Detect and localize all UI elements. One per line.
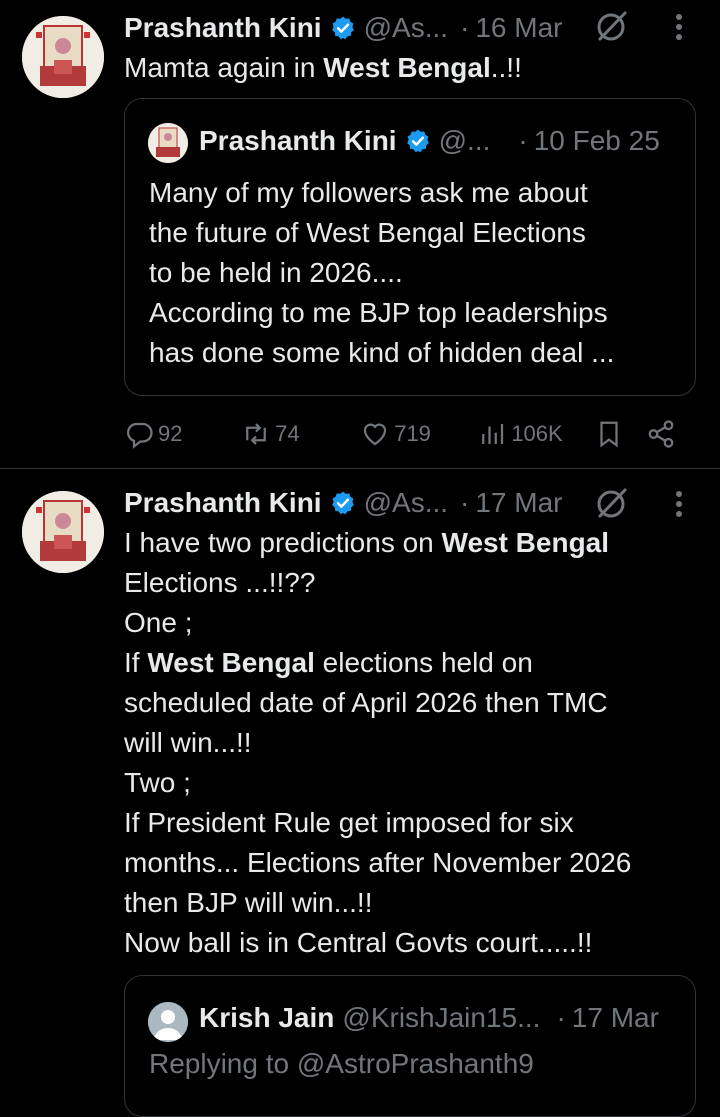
tweet-text-part: ..!! xyxy=(490,52,522,83)
tweet-header: Prashanth Kini @As... · 17 Mar xyxy=(124,483,563,523)
author-avatar[interactable] xyxy=(22,491,104,573)
author-name[interactable]: Prashanth Kini xyxy=(124,487,322,519)
tweet-line: I have two predictions on West Bengal xyxy=(124,523,631,563)
verified-badge-icon xyxy=(331,16,354,40)
quote-date: 10 Feb 25 xyxy=(533,125,660,156)
tweet-date[interactable]: 16 Mar xyxy=(475,12,562,44)
tweet-1[interactable]: Prashanth Kini @As... · 16 Mar Mamta aga… xyxy=(0,0,720,468)
like-count: 719 xyxy=(394,421,431,446)
quote-header: Krish Jain @KrishJain15... · 17 Mar xyxy=(199,998,659,1038)
bookmark-button[interactable] xyxy=(594,419,646,449)
separator-dot: · xyxy=(556,1002,566,1033)
author-name[interactable]: Prashanth Kini xyxy=(124,12,322,44)
quote-author-name: Prashanth Kini xyxy=(199,125,397,156)
tweet-text-bold: West Bengal xyxy=(147,647,315,678)
tweet-header: Prashanth Kini @As... · 16 Mar xyxy=(124,8,563,48)
tweet-line: If West Bengal elections held on xyxy=(124,643,631,683)
tweet-date[interactable]: 17 Mar xyxy=(475,487,562,519)
quoted-tweet[interactable]: Prashanth Kini @... · 10 Feb 25 Many of … xyxy=(124,98,696,396)
avatar-portrait-icon xyxy=(22,16,104,98)
share-button[interactable] xyxy=(646,419,676,449)
quote-author-handle: @... xyxy=(438,125,491,156)
repost-icon xyxy=(246,423,266,445)
replying-to: Replying to @AstroPrashanth9 xyxy=(149,1048,534,1079)
like-button[interactable]: 719 xyxy=(360,419,477,449)
tweet-line: Elections ...!!?? xyxy=(124,567,316,598)
tweet-text-part: I have two predictions on xyxy=(124,527,442,558)
views-icon xyxy=(482,424,504,444)
avatar-portrait-icon xyxy=(148,123,188,163)
grok-icon[interactable] xyxy=(594,8,630,44)
more-icon[interactable] xyxy=(672,489,686,519)
quote-header: Prashanth Kini @... · 10 Feb 25 xyxy=(199,121,660,161)
tweet-line: If President Rule get imposed for six xyxy=(124,807,574,838)
quote-author-avatar xyxy=(148,1002,188,1042)
like-icon xyxy=(364,423,387,446)
grok-icon[interactable] xyxy=(594,485,630,521)
author-handle[interactable]: @As... xyxy=(364,487,448,519)
tweet-line: months... Elections after November 2026 xyxy=(124,847,632,878)
tweet-line: will win...!! xyxy=(124,727,252,758)
quote-author-avatar xyxy=(148,123,188,163)
tweet-line: scheduled date of April 2026 then TMC xyxy=(124,687,608,718)
action-bar: 92 74 719 106K xyxy=(124,414,676,454)
tweet-text-part: If xyxy=(124,647,148,678)
reply-count: 92 xyxy=(158,421,183,446)
separator-dot: · xyxy=(460,12,470,43)
tweet-2[interactable]: Prashanth Kini @As... · 17 Mar I have tw… xyxy=(0,469,720,1117)
quote-text: Many of my followers ask me about the fu… xyxy=(149,177,615,368)
views-count: 106K xyxy=(511,421,563,446)
tweet-line: Two ; xyxy=(124,767,191,798)
separator-dot: · xyxy=(460,487,470,518)
reply-icon xyxy=(127,422,153,449)
quoted-tweet[interactable]: Krish Jain @KrishJain15... · 17 Mar Repl… xyxy=(124,975,696,1117)
quote-author-handle: @KrishJain15... xyxy=(342,1002,541,1033)
default-avatar-icon xyxy=(148,1002,188,1042)
author-handle[interactable]: @As... xyxy=(364,12,448,44)
repost-count: 74 xyxy=(275,421,300,446)
bookmark-icon xyxy=(600,421,619,448)
views-button[interactable]: 106K xyxy=(477,419,594,449)
reply-button[interactable]: 92 xyxy=(124,419,241,449)
verified-badge-icon xyxy=(406,129,429,153)
tweet-line: Now ball is in Central Govts court.....!… xyxy=(124,927,593,958)
quote-author-name: Krish Jain xyxy=(199,1002,335,1033)
repost-button[interactable]: 74 xyxy=(241,419,360,449)
share-icon xyxy=(648,420,674,448)
tweet-text: I have two predictions on West Bengal Ele… xyxy=(124,523,631,963)
verified-badge-icon xyxy=(331,491,354,515)
tweet-text: Mamta again in West Bengal..!! xyxy=(124,48,522,88)
tweet-text-part: Mamta again in xyxy=(124,52,324,83)
more-icon[interactable] xyxy=(672,12,686,42)
tweet-text-bold: West Bengal xyxy=(323,52,491,83)
author-avatar[interactable] xyxy=(22,16,104,98)
tweet-text-bold: West Bengal xyxy=(441,527,610,558)
separator-dot: · xyxy=(518,125,528,156)
tweet-line: One ; xyxy=(124,607,193,638)
tweet-text-part: elections held on xyxy=(314,647,533,678)
tweet-line: then BJP will win...!! xyxy=(124,887,373,918)
quote-date: 17 Mar xyxy=(571,1002,659,1033)
avatar-portrait-icon xyxy=(22,491,104,573)
